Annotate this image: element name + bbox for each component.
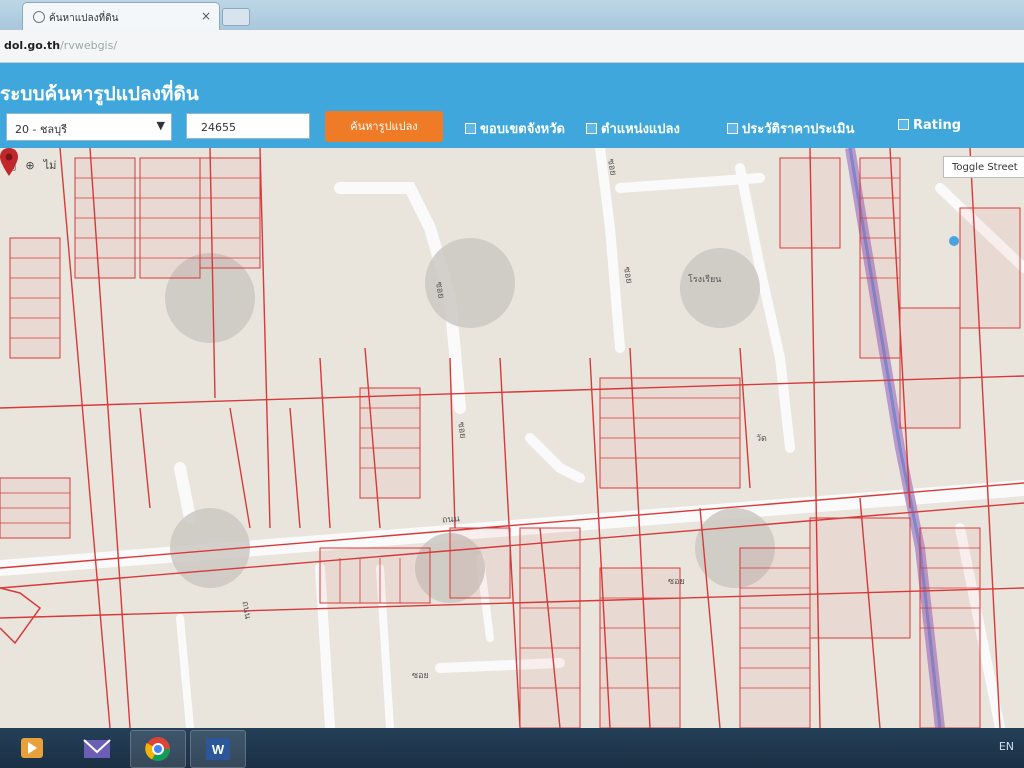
language-indicator[interactable]: EN (999, 740, 1014, 753)
parcel-number-input[interactable]: 24655 (186, 113, 310, 139)
toggle-street-button[interactable]: Toggle Street (943, 156, 1024, 178)
layer-province-boundary[interactable]: ขอบเขตจังหวัด (465, 118, 565, 139)
map-label: วัด (756, 434, 767, 444)
taskbar: W EN (0, 728, 1024, 768)
close-icon[interactable]: × (201, 9, 211, 23)
map-label: โรงเรียน (688, 275, 722, 285)
tool-label[interactable]: ไม่ (44, 159, 57, 172)
word-icon[interactable]: W (190, 730, 246, 768)
page-icon (33, 11, 45, 23)
mail-icon[interactable] (70, 730, 124, 766)
svg-text:W: W (212, 742, 225, 757)
checkbox-icon (586, 123, 597, 134)
map-label: ถนน (441, 514, 461, 526)
zoom-icon[interactable]: ⊕ (25, 159, 34, 172)
chevron-down-icon: ▼ (156, 119, 165, 132)
address-bar[interactable]: dol.go.th/rvwebgis/ (0, 30, 1024, 63)
url-host: dol.go.th (4, 39, 61, 52)
map-label: ซอย (605, 158, 618, 177)
map-canvas[interactable]: ▣⊕ไม่ Toggle Street ซอย ซอย ซอย ซอย ถนน … (0, 148, 1024, 728)
browser-tab[interactable]: ค้นหาแปลงที่ดิน × (22, 2, 220, 31)
province-value: 20 - ชลบุรี (15, 123, 68, 136)
checkbox-icon (727, 123, 738, 134)
browser-tabstrip: ค้นหาแปลงที่ดิน × (0, 0, 1024, 31)
chrome-icon[interactable] (130, 730, 186, 768)
layer-label: ขอบเขตจังหวัด (480, 122, 565, 137)
map-graphics (0, 148, 1024, 728)
location-pin-icon[interactable] (0, 148, 18, 176)
url-text[interactable]: dol.go.th/rvwebgis/ (4, 39, 117, 52)
screen: ค้นหาแปลงที่ดิน × dol.go.th/rvwebgis/ ระ… (0, 0, 1024, 768)
new-tab-button[interactable] (222, 8, 250, 26)
url-path: /rvwebgis/ (60, 39, 118, 52)
checkbox-icon (465, 123, 476, 134)
checkbox-icon (898, 119, 909, 130)
search-button[interactable]: ค้นหารูปแปลง (325, 111, 443, 142)
tab-title: ค้นหาแปลงที่ดิน (49, 13, 119, 24)
map-label: ซอย (668, 577, 685, 587)
map-label: ซอย (433, 281, 446, 300)
map-label: ซอย (455, 421, 468, 440)
map-label: ถนน (239, 600, 253, 620)
layer-parcel-position[interactable]: ตำแหน่งแปลง (586, 118, 680, 139)
map-label: ซอย (621, 266, 634, 285)
app-title: ระบบค้นหารูปแปลงที่ดิน (0, 83, 199, 105)
layer-label: ประวัติราคาประเมิน (742, 122, 855, 137)
layer-rating[interactable]: Rating (898, 118, 961, 133)
layer-label: Rating (913, 118, 962, 133)
layer-appraisal-history[interactable]: ประวัติราคาประเมิน (727, 118, 854, 139)
province-select[interactable]: 20 - ชลบุรี ▼ (6, 113, 172, 141)
map-label: ซอย (412, 671, 429, 681)
layer-label: ตำแหน่งแปลง (601, 122, 680, 137)
media-player-icon[interactable] (4, 730, 58, 766)
